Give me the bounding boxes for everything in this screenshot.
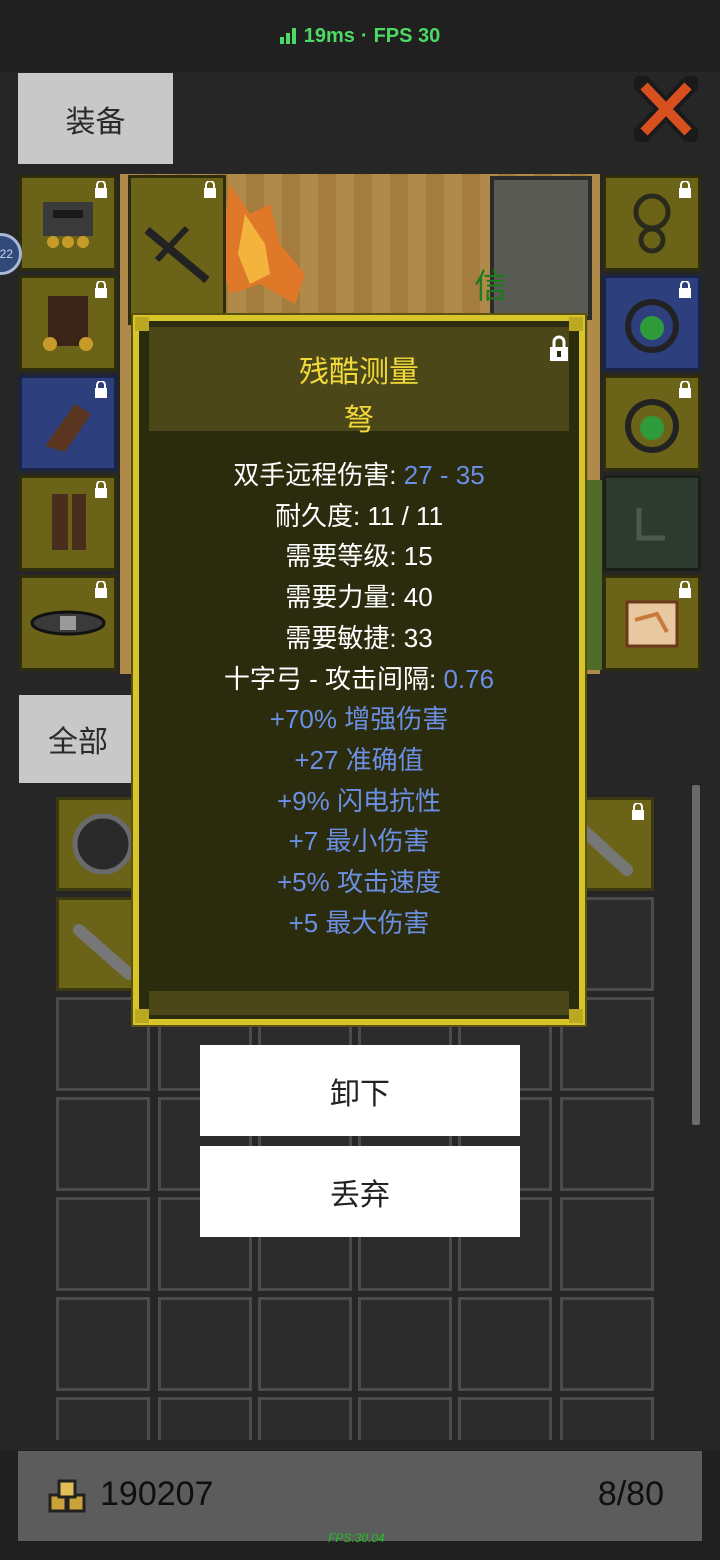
affix-line: +7 最小伤害	[288, 826, 430, 857]
inventory-slot[interactable]	[56, 1097, 150, 1191]
helmet-icon	[43, 202, 93, 248]
fps-overlay: FPS:30.04	[328, 1531, 385, 1545]
gold-coins-icon	[48, 1479, 86, 1513]
item-tooltip: 残酷测量 弩 双手远程伤害: 27 - 35 耐久度: 11 / 11 需要等级…	[133, 315, 585, 1025]
inventory-slot[interactable]	[158, 1297, 252, 1391]
amulet-icon	[633, 193, 671, 254]
stat-line: 需要力量: 40	[285, 582, 433, 613]
lock-icon	[679, 181, 691, 198]
inventory-slot[interactable]	[560, 1097, 654, 1191]
inventory-slot[interactable]	[560, 1197, 654, 1291]
close-icon[interactable]	[629, 71, 703, 147]
stat-line: 需要敏捷: 33	[285, 622, 433, 653]
slot-helmet[interactable]	[19, 175, 117, 271]
lock-icon	[95, 481, 107, 498]
tooltip-header: 残酷测量 弩	[149, 327, 569, 437]
stat-line: 需要等级: 15	[285, 541, 433, 572]
inventory-slot[interactable]	[258, 1397, 352, 1440]
slot-gloves[interactable]	[19, 375, 117, 471]
inventory-slot[interactable]	[56, 1397, 150, 1440]
slot-scroll[interactable]	[603, 575, 701, 671]
tab-equipment[interactable]: 装备	[18, 73, 173, 164]
tooltip-corner	[569, 317, 583, 331]
inventory-capacity: 8/80	[597, 1475, 664, 1513]
inventory-slot[interactable]	[358, 1397, 452, 1440]
inventory-slot[interactable]	[458, 1397, 552, 1440]
item-name: 残酷测量	[299, 356, 419, 389]
lock-icon	[679, 281, 691, 298]
boots-icon	[52, 494, 86, 550]
placeholder-icon	[636, 508, 665, 541]
scroll-icon	[625, 600, 679, 648]
inventory-slot[interactable]	[56, 1297, 150, 1391]
lock-icon	[679, 381, 691, 398]
lock-icon	[95, 581, 107, 598]
ring-icon	[625, 399, 679, 453]
slot-armor[interactable]	[19, 275, 117, 371]
slot-belt[interactable]	[19, 575, 117, 671]
affix-line: +27 准确值	[294, 744, 424, 775]
tooltip-footer	[149, 991, 569, 1015]
slot-empty-offhand[interactable]	[603, 475, 701, 571]
gold-amount: 190207	[100, 1475, 214, 1513]
slot-weapon[interactable]	[128, 175, 226, 325]
lock-icon	[679, 581, 691, 598]
lock-icon[interactable]	[547, 335, 571, 363]
inventory-slot[interactable]	[560, 1297, 654, 1391]
affix-line: +9% 闪电抗性	[277, 785, 441, 816]
unequip-button[interactable]: 卸下	[200, 1045, 520, 1136]
inventory-scrollbar[interactable]	[692, 785, 700, 1125]
tooltip-stats: 双手远程伤害: 27 - 35 耐久度: 11 / 11 需要等级: 15 需要…	[139, 455, 579, 943]
status-separator: ·	[360, 24, 368, 47]
inventory-slot[interactable]	[56, 1197, 150, 1291]
affix-line: +5% 攻击速度	[277, 867, 441, 898]
status-bar: 19ms · FPS 30	[0, 0, 720, 72]
inventory-slot[interactable]	[560, 1397, 654, 1440]
tooltip-corner	[135, 1009, 149, 1023]
scene-text: 信	[474, 268, 508, 306]
tab-all[interactable]: 全部	[19, 695, 137, 783]
lock-icon	[204, 181, 216, 198]
inventory-slot[interactable]	[158, 1397, 252, 1440]
gloves-icon	[45, 404, 91, 452]
stat-line: 双手远程伤害: 27 - 35	[233, 460, 485, 490]
slot-ring-1[interactable]	[603, 275, 701, 371]
signal-icon	[279, 28, 296, 44]
inventory-footer: 190207 8/80	[18, 1451, 702, 1541]
lock-icon	[95, 181, 107, 198]
lock-icon	[95, 381, 107, 398]
latency-text: 19ms	[303, 24, 355, 47]
affix-line: +5 最大伤害	[288, 907, 430, 938]
slot-ring-2[interactable]	[603, 375, 701, 471]
stat-line: 耐久度: 11 / 11	[274, 500, 444, 531]
lock-icon	[632, 803, 644, 820]
item-type: 弩	[344, 404, 374, 437]
lock-icon	[95, 281, 107, 298]
discard-button[interactable]: 丢弃	[200, 1146, 520, 1237]
crossbow-icon	[144, 225, 210, 284]
inventory-slot[interactable]	[258, 1297, 352, 1391]
slot-amulet[interactable]	[603, 175, 701, 271]
fps-text: FPS 30	[373, 24, 441, 47]
tooltip-corner	[569, 1009, 583, 1023]
stat-line: 十字弓 - 攻击间隔: 0.76	[223, 663, 495, 694]
armor-icon	[43, 296, 93, 351]
belt-icon	[30, 610, 106, 636]
slot-boots[interactable]	[19, 475, 117, 571]
tooltip-corner	[135, 317, 149, 331]
inventory-slot[interactable]	[358, 1297, 452, 1391]
ring-icon	[625, 299, 679, 353]
affix-line: +70% 增强伤害	[269, 704, 449, 735]
inventory-slot[interactable]	[458, 1297, 552, 1391]
scene-grass	[582, 480, 602, 670]
